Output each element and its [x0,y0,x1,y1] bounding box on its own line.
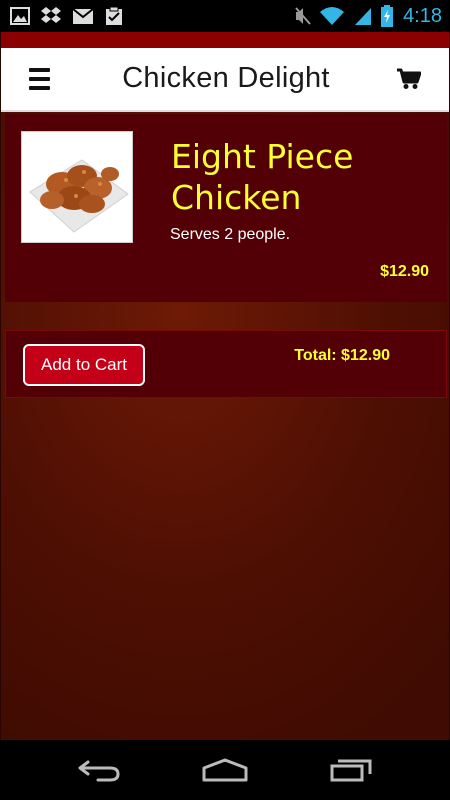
product-name: Eight Piece Chicken [171,137,354,217]
battery-icon [381,5,394,27]
wifi-icon [319,6,345,26]
add-to-cart-button[interactable]: Add to Cart [23,344,145,386]
signal-icon [353,6,373,26]
back-icon[interactable] [78,756,122,789]
shopping-cart-icon[interactable] [397,68,422,90]
cart-bar: Add to Cart Total: $12.90 [5,330,447,398]
system-icons: 4:18 [295,4,442,28]
product-card[interactable]: Eight Piece Chicken Serves 2 people. $12… [5,114,447,302]
app-screen: Chicken Delight Eight Piece Chicken Serv… [0,32,450,740]
fried-chicken-plate [22,132,132,242]
app-header: Chicken Delight [1,48,449,112]
clipboard-icon [104,6,124,26]
product-price: $12.90 [380,263,429,280]
dropbox-icon [40,6,62,26]
page-title: Chicken Delight [122,62,330,94]
home-icon[interactable] [200,756,250,789]
top-accent-strip [1,32,449,48]
clock-time: 4:18 [403,5,442,27]
notification-icons [10,6,124,26]
gallery-icon [10,6,30,26]
recent-apps-icon[interactable] [328,756,374,789]
status-bar: 4:18 [0,0,450,32]
product-image[interactable] [21,131,133,243]
navigation-bar [0,740,450,800]
product-description: Serves 2 people. [170,226,291,243]
gmail-icon [72,6,94,26]
cart-total: Total: $12.90 [294,347,390,364]
mute-icon [295,6,311,26]
